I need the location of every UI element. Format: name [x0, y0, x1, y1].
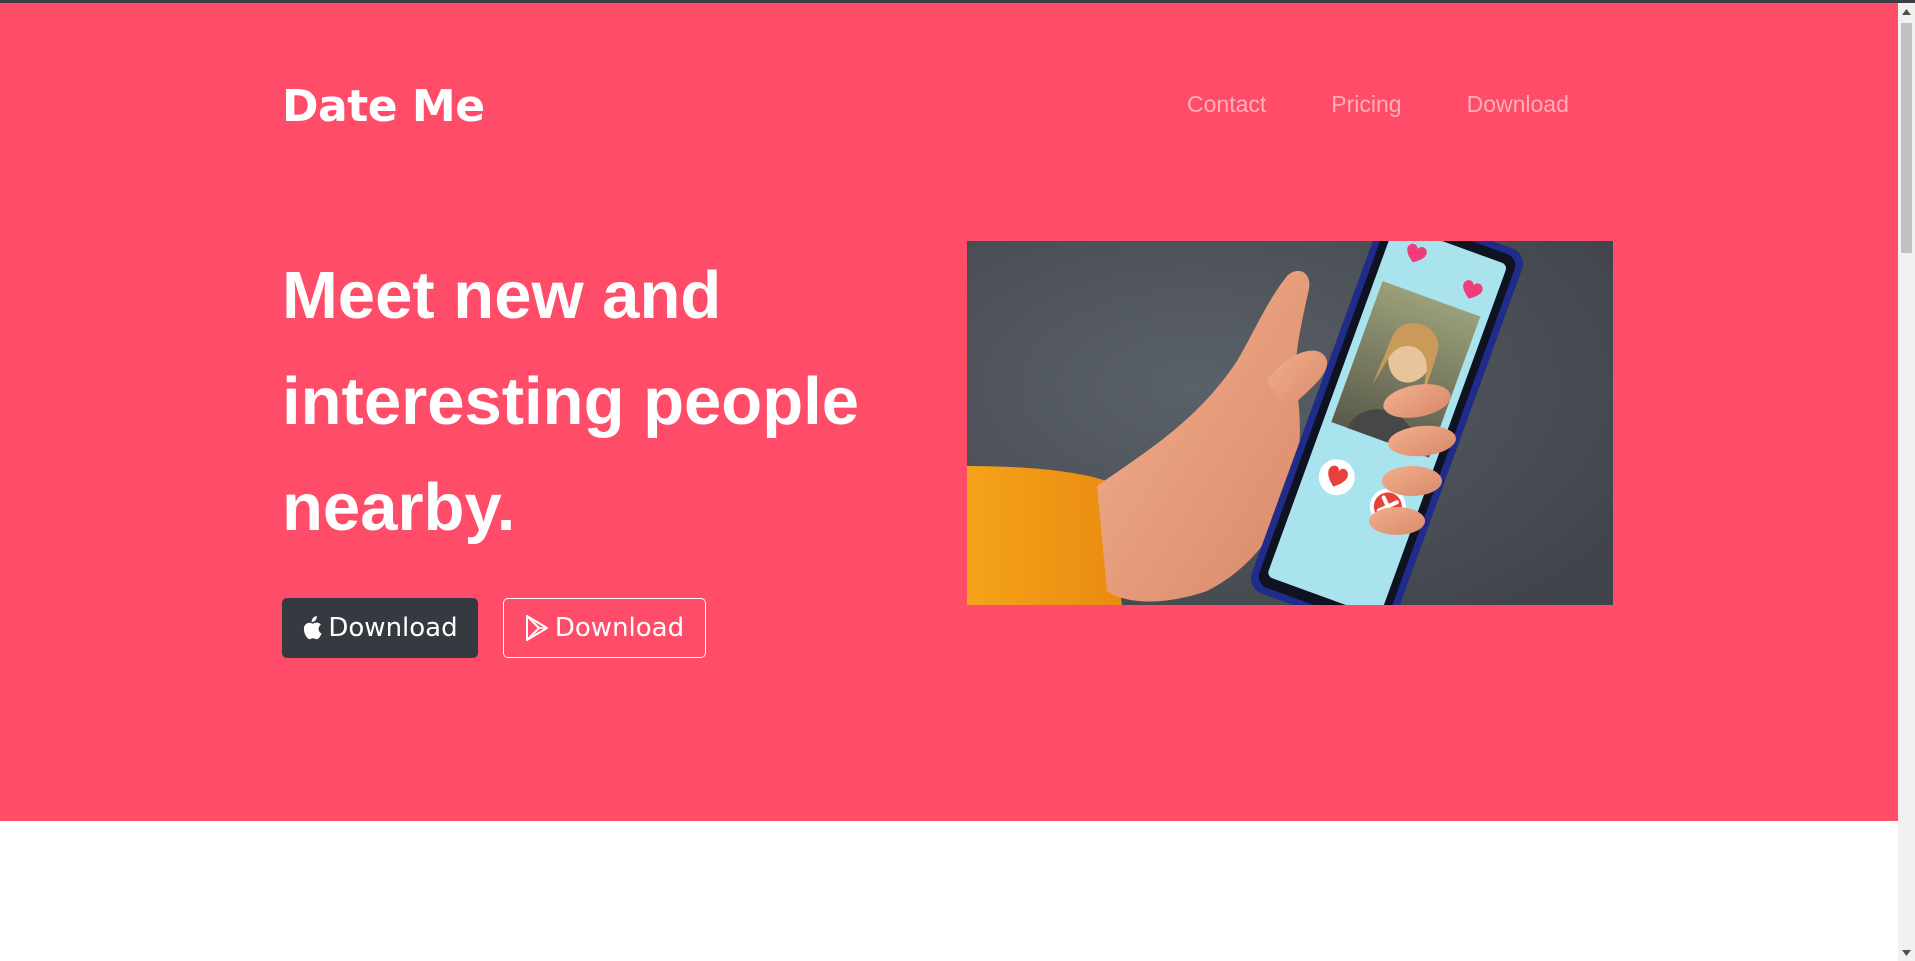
nav-download[interactable]: Download [1467, 91, 1569, 118]
nav-contact[interactable]: Contact [1187, 91, 1266, 118]
android-download-button[interactable]: Download [503, 598, 706, 658]
ios-download-button[interactable]: Download [282, 598, 478, 658]
phone-dating-app-illustration [967, 241, 1613, 605]
apple-icon [302, 616, 322, 640]
nav-pricing[interactable]: Pricing [1331, 91, 1401, 118]
brand-logo[interactable]: Date Me [282, 81, 485, 132]
scrollbar-thumb[interactable] [1901, 23, 1912, 253]
hero-section: Date Me Contact Pricing Download Meet ne… [0, 3, 1898, 821]
hero-headline: Meet new and interesting people nearby. [282, 258, 860, 545]
vertical-scrollbar[interactable] [1898, 3, 1915, 961]
google-play-icon [525, 615, 549, 641]
android-download-label: Download [554, 613, 685, 643]
scroll-up-arrow-icon[interactable] [1898, 3, 1915, 20]
ios-download-label: Download [328, 613, 458, 643]
hero-phone-image [967, 241, 1613, 605]
scroll-down-arrow-icon[interactable] [1898, 944, 1915, 961]
main-nav: Contact Pricing Download [1187, 91, 1569, 118]
